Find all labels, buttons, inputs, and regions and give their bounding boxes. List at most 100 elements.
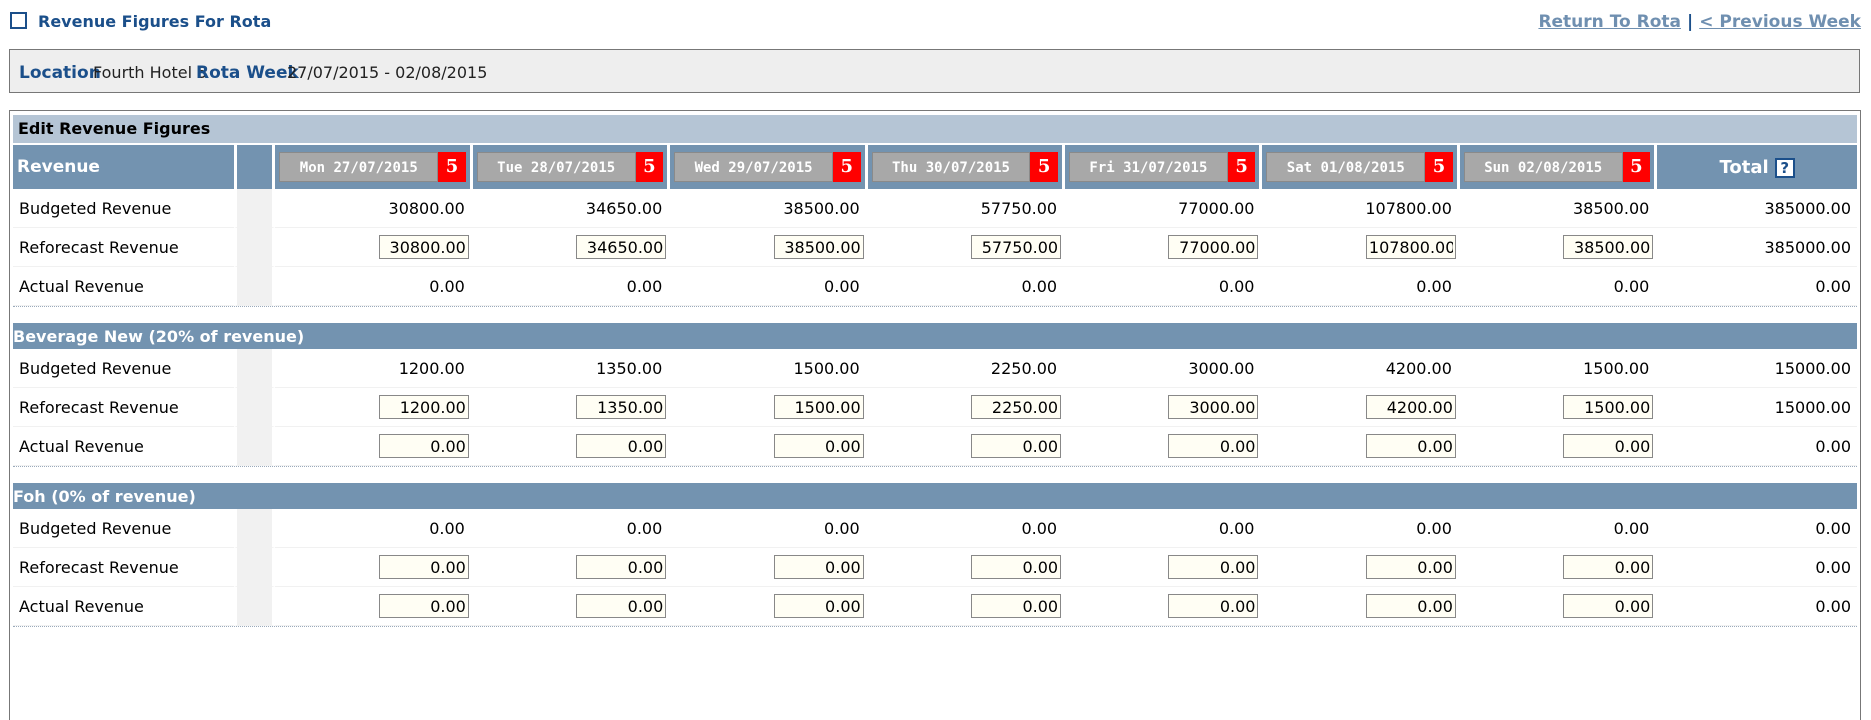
spacer-cell — [13, 626, 1857, 643]
revenue-input[interactable] — [576, 594, 667, 618]
revenue-input[interactable] — [1563, 395, 1654, 419]
revenue-row: Reforecast Revenue 0.00 — [13, 548, 1857, 587]
revenue-input[interactable] — [1365, 555, 1456, 579]
value-cell — [275, 228, 473, 267]
revenue-input[interactable] — [1168, 395, 1259, 419]
revenue-row: Actual Revenue 0.00 — [13, 587, 1857, 626]
checkbox-icon[interactable] — [10, 12, 27, 29]
revenue-row: Budgeted Revenue 1200.00 1350.00 1500.00 225… — [13, 349, 1857, 388]
revenue-input[interactable] — [1563, 594, 1654, 618]
revenue-input[interactable] — [1365, 594, 1456, 618]
revenue-input[interactable] — [971, 434, 1062, 458]
row-gap — [233, 388, 276, 427]
row-total: 0.00 — [1657, 267, 1857, 306]
rota-info-bar: Location Fourth Hotel 5 Rota Week 27/07/… — [9, 49, 1860, 93]
day-header-wrap: Sun 02/08/2015 5 — [1463, 152, 1651, 182]
day-count-badge: 5 — [1622, 152, 1651, 182]
day-header-wrap: Tue 28/07/2015 5 — [476, 152, 664, 182]
row-label: Actual Revenue — [13, 427, 234, 466]
help-icon[interactable]: ? — [1774, 157, 1795, 178]
revenue-input[interactable] — [773, 594, 864, 618]
value-cell: 34650.00 — [472, 189, 671, 228]
value-cell — [1459, 228, 1658, 267]
value-cell: 0.00 — [1262, 267, 1460, 306]
revenue-input[interactable] — [1168, 434, 1259, 458]
revenue-input[interactable] — [773, 395, 864, 419]
return-to-rota-link[interactable]: Return To Rota — [1538, 12, 1681, 32]
day-button[interactable]: Sat 01/08/2015 — [1266, 152, 1426, 182]
revenue-input[interactable] — [1365, 434, 1456, 458]
header-row: Revenue Mon 27/07/2015 5 Tue 28/07/2015 5 Wed… — [13, 145, 1857, 189]
revenue-input[interactable] — [378, 555, 469, 579]
revenue-header: Revenue — [13, 145, 234, 189]
revenue-input[interactable] — [971, 555, 1062, 579]
value-cell — [472, 427, 671, 466]
day-button[interactable]: Tue 28/07/2015 — [476, 152, 636, 182]
value-cell — [472, 587, 671, 626]
value-cell: 0.00 — [1065, 509, 1263, 548]
revenue-input[interactable] — [773, 235, 864, 259]
value-cell — [1065, 228, 1263, 267]
value-cell: 0.00 — [1459, 267, 1658, 306]
revenue-input[interactable] — [1168, 235, 1259, 259]
day-button[interactable]: Wed 29/07/2015 — [674, 152, 833, 182]
value-cell — [472, 388, 671, 427]
value-cell — [1262, 228, 1460, 267]
value-cell: 57750.00 — [867, 189, 1066, 228]
revenue-input[interactable] — [576, 395, 667, 419]
row-label: Reforecast Revenue — [13, 388, 234, 427]
day-button[interactable]: Fri 31/07/2015 — [1069, 152, 1228, 182]
revenue-input[interactable] — [773, 555, 864, 579]
spacer-cell — [13, 466, 1857, 483]
value-cell: 30800.00 — [275, 189, 473, 228]
revenue-input[interactable] — [576, 434, 667, 458]
day-header: Fri 31/07/2015 5 — [1065, 145, 1263, 189]
value-cell — [867, 388, 1066, 427]
revenue-input[interactable] — [971, 594, 1062, 618]
revenue-input[interactable] — [1365, 395, 1456, 419]
value-cell — [275, 388, 473, 427]
revenue-input[interactable] — [378, 235, 469, 259]
day-button[interactable]: Mon 27/07/2015 — [279, 152, 439, 182]
value-cell: 0.00 — [472, 267, 671, 306]
value-cell — [670, 587, 868, 626]
value-cell: 1500.00 — [670, 349, 868, 388]
revenue-input[interactable] — [576, 235, 667, 259]
row-total: 15000.00 — [1657, 349, 1857, 388]
value-cell — [275, 587, 473, 626]
revenue-input[interactable] — [576, 555, 667, 579]
value-cell — [867, 548, 1066, 587]
revenue-input[interactable] — [971, 235, 1062, 259]
value-cell: 0.00 — [472, 509, 671, 548]
revenue-input[interactable] — [1168, 555, 1259, 579]
revenue-input[interactable] — [378, 434, 469, 458]
value-cell: 0.00 — [867, 267, 1066, 306]
value-cell: 0.00 — [1262, 509, 1460, 548]
day-header-wrap: Mon 27/07/2015 5 — [279, 152, 466, 182]
day-button[interactable]: Thu 30/07/2015 — [871, 152, 1031, 182]
day-header: Thu 30/07/2015 5 — [867, 145, 1066, 189]
revenue-input[interactable] — [1563, 555, 1654, 579]
revenue-input[interactable] — [378, 395, 469, 419]
value-cell — [670, 228, 868, 267]
revenue-input[interactable] — [1168, 594, 1259, 618]
day-count-badge: 5 — [438, 152, 466, 182]
day-button[interactable]: Sun 02/08/2015 — [1463, 152, 1623, 182]
revenue-input[interactable] — [971, 395, 1062, 419]
row-gap — [233, 427, 276, 466]
revenue-input[interactable] — [1563, 434, 1654, 458]
revenue-row: Actual Revenue 0.00 0.00 0.00 0.00 0.00 0.00 0.… — [13, 267, 1857, 306]
section-spacer — [13, 306, 1857, 323]
value-cell — [1459, 388, 1658, 427]
previous-week-link[interactable]: < Previous Week — [1699, 12, 1861, 32]
revenue-input[interactable] — [378, 594, 469, 618]
page-title: Revenue Figures For Rota — [38, 12, 272, 31]
value-cell: 38500.00 — [1459, 189, 1658, 228]
revenue-input[interactable] — [773, 434, 864, 458]
revenue-input[interactable] — [1365, 235, 1456, 259]
row-gap — [233, 587, 276, 626]
value-cell: 77000.00 — [1065, 189, 1263, 228]
revenue-input[interactable] — [1563, 235, 1654, 259]
header-gap — [233, 145, 276, 189]
value-cell — [1262, 548, 1460, 587]
